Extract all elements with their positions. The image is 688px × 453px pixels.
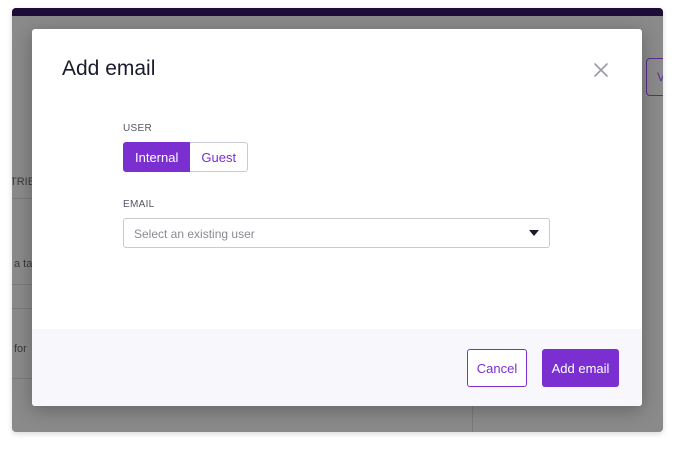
bg-button: V xyxy=(646,58,663,96)
bg-row-text: a ta xyxy=(14,258,33,270)
bg-row-text: for xyxy=(14,343,27,355)
user-label: USER xyxy=(123,123,152,134)
cancel-button[interactable]: Cancel xyxy=(467,349,527,387)
chevron-down-icon xyxy=(529,230,539,236)
internal-option-button[interactable]: Internal xyxy=(123,142,191,172)
email-select-placeholder: Select an existing user xyxy=(134,227,255,241)
guest-option-button[interactable]: Guest xyxy=(190,142,249,172)
dialog-title: Add email xyxy=(62,57,156,80)
email-label: EMAIL xyxy=(123,199,155,210)
email-user-select[interactable]: Select an existing user xyxy=(123,218,550,248)
close-icon[interactable] xyxy=(590,59,612,81)
add-email-button[interactable]: Add email xyxy=(542,349,619,387)
add-email-dialog: Add email USER Internal Guest EMAIL Sele… xyxy=(32,29,642,406)
dialog-footer: Cancel Add email xyxy=(32,329,642,406)
user-type-toggle: Internal Guest xyxy=(123,142,249,172)
app-top-bar xyxy=(12,8,663,16)
